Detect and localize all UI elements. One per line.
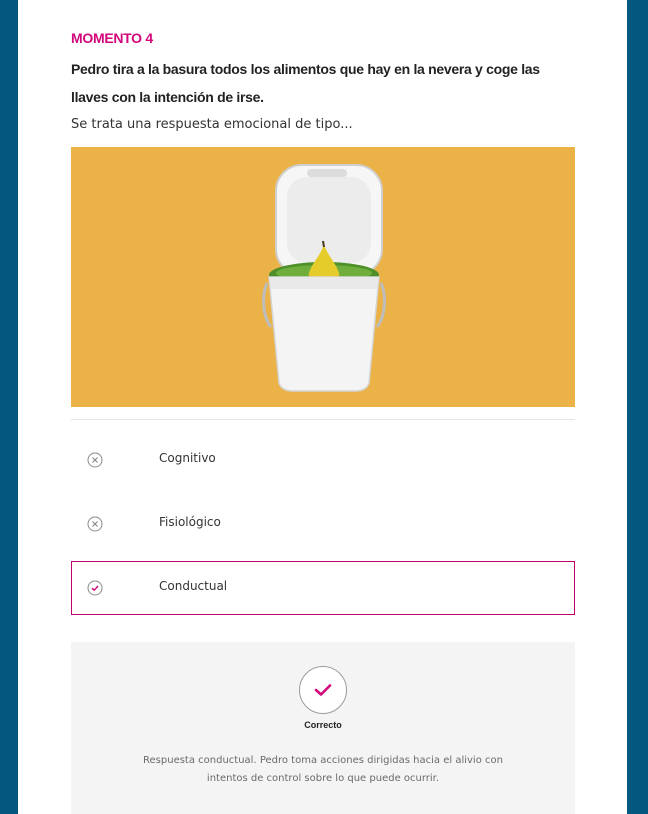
lesson-card: MOMENTO 4 Pedro tira a la basura todos l… — [18, 0, 627, 814]
compost-bin-illustration — [262, 164, 386, 392]
divider — [71, 419, 575, 420]
bin-band — [269, 277, 379, 289]
check-icon — [314, 684, 332, 696]
feedback-badge — [299, 666, 347, 714]
option-label: Conductual — [159, 579, 228, 593]
question-text: Pedro tira a la basura todos los aliment… — [71, 61, 540, 105]
feedback-status: Correcto — [304, 720, 342, 730]
feedback-text: Respuesta conductual. Pedro toma accione… — [143, 755, 503, 784]
bin-body — [268, 276, 380, 392]
option-label: Fisiológico — [159, 515, 221, 529]
option-label: Cognitivo — [159, 451, 216, 465]
feedback-panel: Correcto Respuesta conductual. Pedro tom… — [71, 642, 575, 814]
answer-option-conductual[interactable]: Conductual — [71, 561, 575, 615]
moment-label: MOMENTO 4 — [71, 30, 153, 46]
check-circle-icon — [87, 580, 103, 596]
answer-option-fisiologico[interactable]: Fisiológico — [71, 497, 575, 551]
answer-option-cognitivo[interactable]: Cognitivo — [71, 433, 575, 487]
question-prompt: Se trata una respuesta emocional de tipo… — [71, 117, 353, 132]
x-circle-icon — [87, 452, 103, 468]
x-circle-icon — [87, 516, 103, 532]
question-image — [71, 147, 575, 407]
